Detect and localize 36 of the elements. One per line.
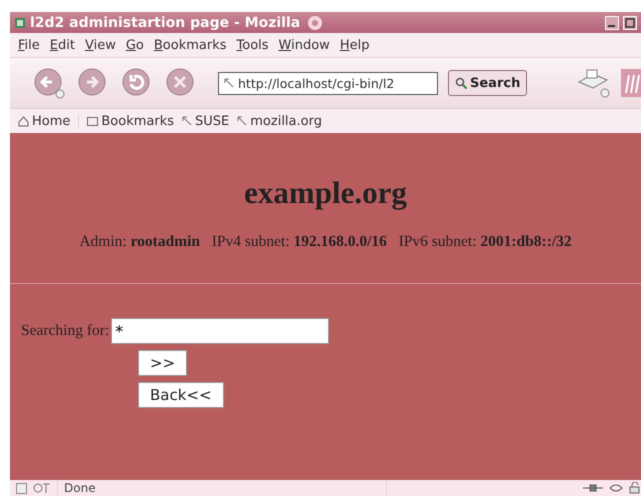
home-icon xyxy=(18,116,29,126)
menu-item[interactable]: File xyxy=(18,38,40,52)
page-heading: example.org xyxy=(243,174,408,211)
link-icon xyxy=(182,116,192,126)
menu-item[interactable]: Help xyxy=(340,38,370,52)
window-title: l2d2 administartion page - Mozilla xyxy=(30,14,300,30)
bookmark-item[interactable]: mozilla.org xyxy=(237,114,322,128)
menu-item[interactable]: Window xyxy=(278,38,330,52)
status-text: Done xyxy=(64,481,96,495)
folder-icon xyxy=(87,116,98,126)
search-button[interactable]: Search xyxy=(448,70,528,96)
menu-item[interactable]: Tools xyxy=(236,38,269,52)
search-label: Searching for: xyxy=(21,322,110,340)
address-field[interactable]: http://localhost/cgi-bin/l2 xyxy=(218,72,438,94)
bookmark-item[interactable]: Home xyxy=(18,114,80,128)
bookmark-item[interactable]: Bookmarks xyxy=(87,114,174,128)
search-icon xyxy=(455,77,467,89)
status-icon xyxy=(16,482,27,494)
back-button[interactable]: Back<< xyxy=(138,382,224,408)
app-icon xyxy=(14,16,26,28)
plug-icon xyxy=(583,483,603,493)
menu-item[interactable]: View xyxy=(84,38,116,52)
link-icon xyxy=(237,116,248,126)
menu-item[interactable]: Edit xyxy=(50,38,75,52)
link-icon xyxy=(224,78,234,88)
menu-item[interactable]: Go xyxy=(126,38,144,52)
lock-icon xyxy=(629,482,641,494)
bookmark-item[interactable]: SUSE xyxy=(182,114,230,128)
submit-button[interactable]: >> xyxy=(138,350,188,376)
minimize-icon[interactable] xyxy=(605,16,619,30)
eye-icon xyxy=(609,482,623,494)
back-button[interactable] xyxy=(32,66,66,100)
info-line: Admin: rootadmin IPv4 subnet: 192.168.0.0/16 IPv6 subnet: 2001:db8::/32 xyxy=(78,233,573,251)
menu-item[interactable]: Bookmarks xyxy=(154,38,227,52)
maximize-icon[interactable] xyxy=(623,16,637,30)
search-field[interactable]: * xyxy=(111,318,330,344)
